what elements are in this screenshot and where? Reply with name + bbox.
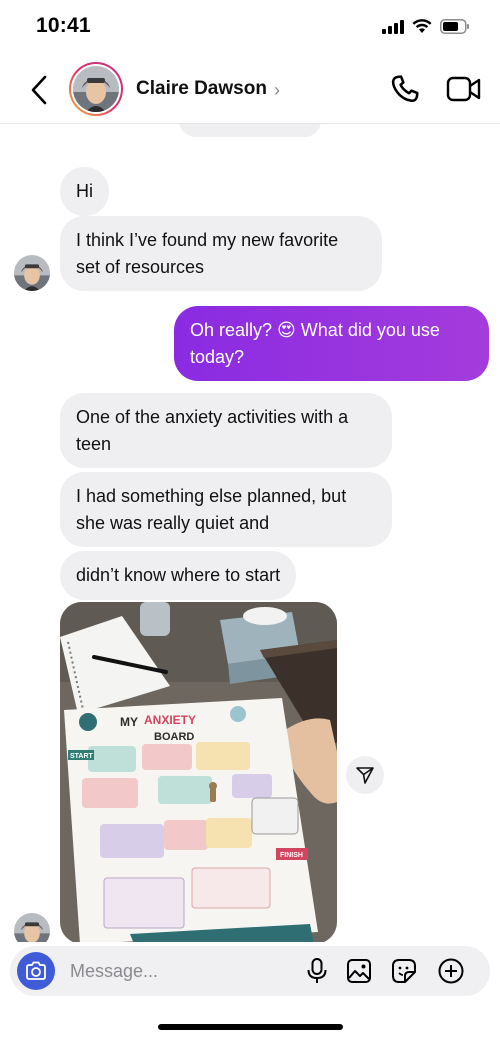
camera-icon [26,961,46,980]
add-button[interactable] [436,956,466,986]
start-label: START [70,753,94,760]
sender-avatar[interactable] [14,255,50,291]
message-bubble-incoming[interactable]: Hi [60,167,109,216]
chevron-right-icon[interactable]: › [274,80,280,101]
wifi-icon [412,19,432,33]
audio-call-button[interactable] [388,72,422,106]
video-camera-icon [446,76,481,102]
status-time: 10:41 [36,14,91,37]
avatar-photo [73,66,119,112]
board-title-2: ANXIETY [144,713,196,727]
sender-avatar[interactable] [14,913,50,942]
phone-icon [391,75,419,103]
message-bubble-incoming[interactable]: I think I’ve found my new favorite set o… [60,216,382,291]
photo-message[interactable]: MY ANXIETY BOARD START FINISH [60,602,337,942]
contact-name[interactable]: Claire Dawson [136,78,267,100]
board-title-3: BOARD [154,731,194,743]
message-bubble-incoming[interactable]: I had something else planned, but she wa… [60,472,392,547]
anxiety-board-photo: MY ANXIETY BOARD START FINISH [60,602,337,942]
microphone-icon [307,958,327,983]
image-icon [347,959,371,983]
sticker-button[interactable] [389,956,419,986]
share-button[interactable] [346,756,384,794]
message-bubble-outgoing[interactable]: Oh really? 😍 What did you use today? [174,306,489,381]
gallery-button[interactable] [344,956,374,986]
finish-label: FINISH [280,852,303,859]
sticker-icon [392,959,416,983]
previous-message-bubble [179,124,321,137]
battery-icon [440,19,469,34]
chevron-left-icon [31,75,47,105]
camera-button[interactable] [17,952,55,990]
video-call-button[interactable] [446,72,482,106]
status-icons [382,19,470,34]
message-input[interactable] [70,954,270,988]
microphone-button[interactable] [302,956,332,986]
chat-header: Claire Dawson › [0,54,500,124]
board-title-1: MY [120,715,138,729]
plus-circle-icon [438,958,464,984]
paper-plane-icon [356,767,374,784]
back-button[interactable] [22,70,56,110]
message-thread[interactable]: Hi I think I’ve found my new favorite se… [0,124,500,942]
message-bubble-incoming[interactable]: One of the anxiety activities with a tee… [60,393,392,468]
contact-avatar[interactable] [69,62,123,116]
status-bar: 10:41 [0,0,500,54]
home-indicator[interactable] [158,1024,343,1030]
cellular-signal-icon [382,19,404,34]
message-bubble-incoming[interactable]: didn’t know where to start [60,551,297,600]
message-composer [10,946,490,996]
